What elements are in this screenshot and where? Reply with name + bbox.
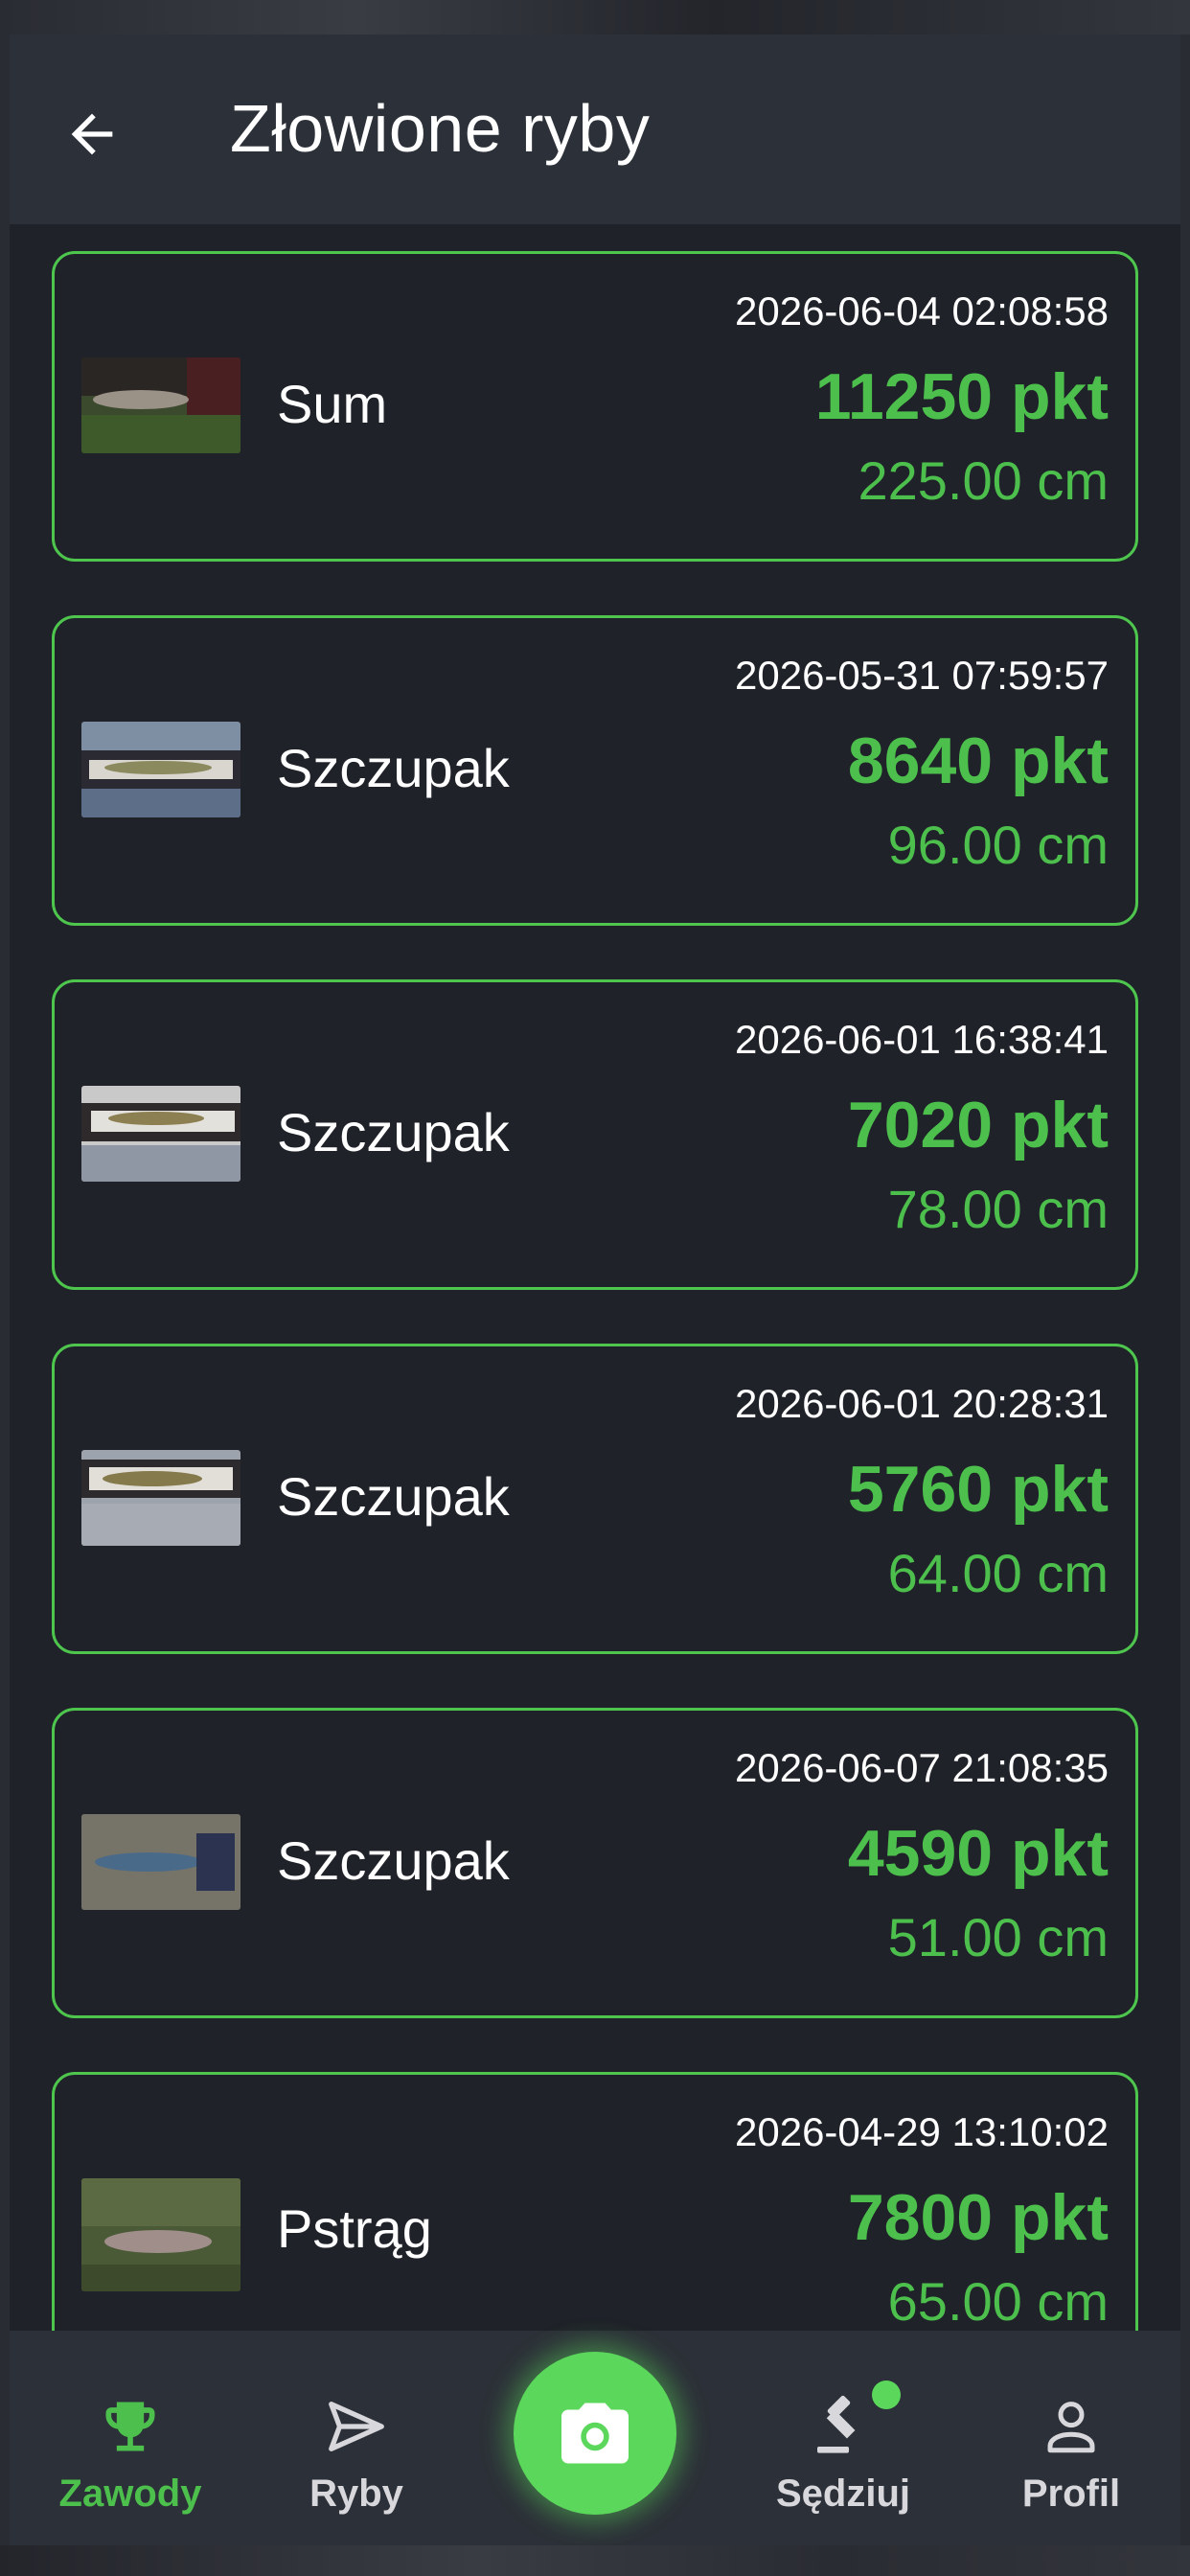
catch-points: 7800 pkt [847,2181,1109,2254]
catch-points: 4590 pkt [847,1817,1109,1890]
right-edge [1180,34,1190,2545]
back-button[interactable] [52,94,132,174]
page-title: Złowione ryby [230,91,651,166]
nav-label: Ryby [309,2472,403,2515]
catch-card[interactable]: Szczupak 2026-05-31 07:59:57 8640 pkt 96… [52,615,1138,926]
catch-points: 7020 pkt [847,1089,1109,1162]
top-background-strip [0,0,1190,34]
catch-card[interactable]: Szczupak 2026-06-07 21:08:35 4590 pkt 51… [52,1708,1138,2018]
person-icon [1033,2388,1110,2465]
fish-photo [81,1450,240,1546]
catch-card[interactable]: Szczupak 2026-06-01 20:28:31 5760 pkt 64… [52,1344,1138,1654]
fish-name: Szczupak [277,1830,510,1891]
app-header: Złowione ryby [10,34,1180,224]
catch-datetime: 2026-06-01 16:38:41 [735,1017,1109,1062]
fish-photo [81,1814,240,1910]
gavel-icon [805,2388,881,2465]
catch-length: 65.00 cm [887,2271,1109,2331]
app-frame: Złowione ryby Sum 2026-06-04 02:08:58 11… [10,34,1180,2545]
catch-card[interactable]: Sum 2026-06-04 02:08:58 11250 pkt 225.00… [52,251,1138,562]
fish-name: Szczupak [277,1466,510,1527]
catch-length: 51.00 cm [887,1907,1109,1967]
fish-photo [81,1086,240,1182]
catch-list[interactable]: Sum 2026-06-04 02:08:58 11250 pkt 225.00… [52,251,1138,2331]
catch-length: 96.00 cm [887,815,1109,875]
bottom-background-strip [0,2545,1190,2576]
fish-name: Szczupak [277,1102,510,1162]
catch-card[interactable]: Szczupak 2026-06-01 16:38:41 7020 pkt 78… [52,979,1138,1290]
nav-zawody[interactable]: Zawody [34,2359,226,2522]
nav-label: Zawody [58,2472,202,2515]
catch-datetime: 2026-06-04 02:08:58 [735,288,1109,334]
nav-label: Profil [1021,2472,1121,2515]
nav-label: Sędziuj [775,2472,911,2515]
fish-photo [81,357,240,453]
camera-icon [561,2403,629,2464]
catch-length: 64.00 cm [887,1543,1109,1603]
catch-length: 225.00 cm [858,450,1110,511]
camera-button[interactable] [514,2352,676,2515]
send-icon [318,2388,395,2465]
left-edge [0,34,10,2545]
fish-name: Sum [277,374,388,434]
fish-photo [81,2178,240,2291]
catch-datetime: 2026-04-29 13:10:02 [735,2109,1109,2154]
catch-datetime: 2026-06-01 20:28:31 [735,1381,1109,1426]
fish-name: Pstrąg [277,2198,432,2259]
fish-name: Szczupak [277,738,510,798]
fish-photo [81,722,240,817]
bottom-navigation: Zawody Ryby Sędziuj Profil [10,2331,1180,2545]
catch-points: 5760 pkt [847,1453,1109,1526]
nav-profil[interactable]: Profil [975,2359,1167,2522]
catch-points: 11250 pkt [814,360,1109,433]
notification-dot [872,2380,901,2409]
catch-datetime: 2026-05-31 07:59:57 [735,653,1109,698]
catch-length: 78.00 cm [887,1179,1109,1239]
catch-card[interactable]: Pstrąg 2026-04-29 13:10:02 7800 pkt 65.0… [52,2072,1138,2331]
arrow-left-icon [71,113,113,155]
nav-ryby[interactable]: Ryby [261,2359,452,2522]
trophy-icon [92,2388,169,2465]
catch-datetime: 2026-06-07 21:08:35 [735,1745,1109,1790]
catch-points: 8640 pkt [847,724,1109,797]
nav-sedziuj[interactable]: Sędziuj [747,2359,939,2522]
